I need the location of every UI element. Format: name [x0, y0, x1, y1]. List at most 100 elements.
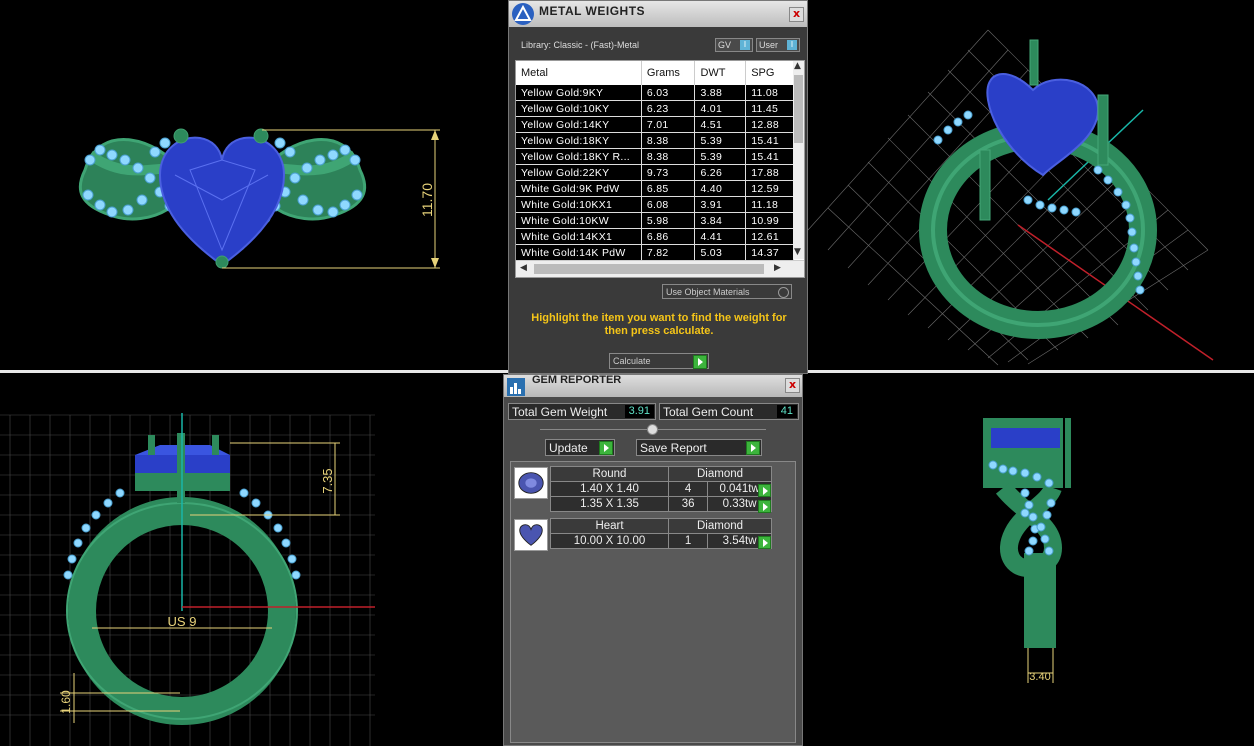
grams-value: 6.23 — [641, 100, 696, 117]
update-label: Update — [549, 441, 588, 455]
gem-reporter-titlebar[interactable]: GEM REPORTER x — [504, 374, 802, 397]
scroll-thumb[interactable] — [534, 264, 764, 274]
use-object-materials-toggle[interactable]: Use Object Materials — [662, 284, 792, 299]
side-view-render: 7.35 US 9 1.60 — [0, 413, 375, 746]
scroll-thumb[interactable] — [794, 75, 803, 143]
scroll-up-icon[interactable]: ▲ — [794, 61, 801, 71]
dwt-value: 3.91 — [694, 196, 747, 213]
metal-name: White Gold:10KW — [516, 212, 642, 229]
ring-size-label: US 9 — [168, 614, 197, 629]
calculate-button[interactable]: Calculate — [609, 353, 709, 369]
viewport-side[interactable]: 7.35 US 9 1.60 — [0, 373, 505, 746]
table-row[interactable]: Yellow Gold:14KY 7.01 4.51 12.88 — [516, 116, 794, 133]
grams-value: 9.73 — [641, 164, 696, 181]
spg-value: 11.08 — [745, 85, 794, 101]
scroll-right-icon[interactable]: ▶ — [774, 263, 781, 273]
table-row[interactable]: White Gold:9K PdW 6.85 4.40 12.59 — [516, 180, 794, 197]
play-icon — [693, 355, 707, 369]
viewport-perspective[interactable] — [808, 0, 1254, 370]
metal-name: White Gold:14K PdW — [516, 244, 642, 261]
table-row[interactable]: White Gold:14KX1 6.86 4.41 12.61 — [516, 228, 794, 245]
table-row[interactable]: 1.35 X 1.35 36 0.33tw — [550, 496, 772, 512]
heart-gem-table: Heart Diamond 10.00 X 10.00 1 3.54tw — [550, 518, 772, 549]
table-row[interactable]: 1.40 X 1.40 4 0.041tw — [550, 481, 772, 497]
scroll-down-icon[interactable]: ▼ — [794, 247, 801, 257]
spg-value: 17.88 — [745, 164, 794, 181]
user-label: User — [759, 40, 779, 50]
table-row[interactable]: Yellow Gold:10KY 6.23 4.01 11.45 — [516, 100, 794, 117]
spg-value: 10.99 — [745, 212, 794, 229]
update-button[interactable]: Update — [545, 439, 615, 456]
close-icon[interactable]: x — [789, 7, 804, 22]
metal-name: Yellow Gold:18KY R... — [516, 148, 642, 165]
table-row[interactable]: White Gold:10KW 5.98 3.84 10.99 — [516, 212, 794, 229]
metal-name: White Gold:14KX1 — [516, 228, 642, 245]
radio-icon — [778, 287, 789, 298]
column-header-dwt[interactable]: DWT — [694, 61, 747, 85]
total-gem-weight: Total Gem Weight 3.91 — [508, 403, 656, 420]
grams-value: 6.08 — [641, 196, 696, 213]
dwt-value: 4.51 — [694, 116, 747, 133]
horizontal-scrollbar[interactable]: ◀ ▶ — [516, 260, 804, 277]
column-header-spg[interactable]: SPG — [745, 61, 794, 85]
select-row-icon[interactable] — [758, 484, 771, 497]
metal-name: Yellow Gold:9KY — [516, 85, 642, 101]
table-row[interactable]: Yellow Gold:18KY 8.38 5.39 15.41 — [516, 132, 794, 149]
toggle-icon: I — [787, 40, 797, 50]
column-header-grams[interactable]: Grams — [641, 61, 696, 85]
metal-table-container[interactable]: Metal Grams DWT SPG Yellow Gold:9KY 6.03 3… — [515, 60, 805, 278]
calculate-label: Calculate — [613, 356, 651, 366]
spg-value: 11.45 — [745, 100, 794, 117]
viewport-front[interactable]: 11.70 — [0, 0, 505, 370]
gem-size: 10.00 X 10.00 — [550, 533, 669, 549]
select-row-icon[interactable] — [758, 536, 771, 549]
save-report-button[interactable]: Save Report — [636, 439, 762, 456]
gem-material: Diamond — [668, 518, 772, 534]
close-icon[interactable]: x — [785, 378, 800, 393]
total-gem-weight-value: 3.91 — [624, 405, 654, 418]
table-row[interactable]: Yellow Gold:22KY 9.73 6.26 17.88 — [516, 164, 794, 181]
vertical-scrollbar[interactable]: ▲ ▼ — [793, 61, 804, 259]
column-header-metal[interactable]: Metal — [516, 61, 642, 85]
spg-value: 15.41 — [745, 132, 794, 149]
perspective-view-render — [808, 29, 1214, 366]
metal-name: Yellow Gold:18KY — [516, 132, 642, 149]
dwt-value: 5.39 — [694, 148, 747, 165]
shank-width-dimension: 3.40 — [1029, 671, 1050, 683]
dwt-value: 3.88 — [694, 85, 747, 101]
use-object-materials-label: Use Object Materials — [666, 287, 750, 297]
table-row[interactable]: White Gold:10KX1 6.08 3.91 11.18 — [516, 196, 794, 213]
table-row[interactable]: Yellow Gold:18KY R... 8.38 5.39 15.41 — [516, 148, 794, 165]
gem-count: 4 — [667, 481, 709, 497]
dwt-value: 5.03 — [694, 244, 747, 261]
scroll-left-icon[interactable]: ◀ — [520, 263, 527, 273]
library-label: Library: Classic - (Fast)-Metal — [521, 40, 640, 50]
metal-weights-titlebar[interactable]: METAL WEIGHTS x — [509, 1, 807, 27]
select-row-icon[interactable] — [758, 500, 771, 513]
front-height-dimension: 11.70 — [419, 183, 435, 217]
gv-toggle[interactable]: GV I — [715, 38, 753, 52]
grams-value: 8.38 — [641, 132, 696, 149]
heart-gem-icon — [514, 519, 548, 551]
table-row[interactable]: White Gold:14K PdW 7.82 5.03 14.37 — [516, 244, 794, 261]
collapse-toggle-icon[interactable] — [647, 424, 658, 435]
viewport-top[interactable]: 3.40 — [803, 373, 1254, 746]
gem-reporter-title: GEM REPORTER — [532, 374, 622, 386]
metal-weights-title: METAL WEIGHTS — [539, 4, 646, 18]
round-gem-table: Round Diamond 1.40 X 1.40 4 0.041tw 1.35… — [550, 466, 772, 512]
gem-shape: Round — [550, 466, 669, 482]
toggle-icon: I — [740, 40, 750, 50]
spg-value: 14.37 — [745, 244, 794, 261]
gem-size: 1.40 X 1.40 — [550, 481, 669, 497]
gem-count: 1 — [667, 533, 709, 549]
table-row[interactable]: 10.00 X 10.00 1 3.54tw — [550, 533, 772, 549]
front-view-render: 11.70 — [78, 128, 440, 269]
spg-value: 12.61 — [745, 228, 794, 245]
metal-name: White Gold:10KX1 — [516, 196, 642, 213]
dwt-value: 6.26 — [694, 164, 747, 181]
side-height-dimension: 7.35 — [320, 468, 335, 493]
total-gem-count-label: Total Gem Count — [663, 405, 754, 419]
user-toggle[interactable]: User I — [756, 38, 800, 52]
table-row[interactable]: Yellow Gold:9KY 6.03 3.88 11.08 — [516, 85, 794, 101]
metal-name: Yellow Gold:22KY — [516, 164, 642, 181]
